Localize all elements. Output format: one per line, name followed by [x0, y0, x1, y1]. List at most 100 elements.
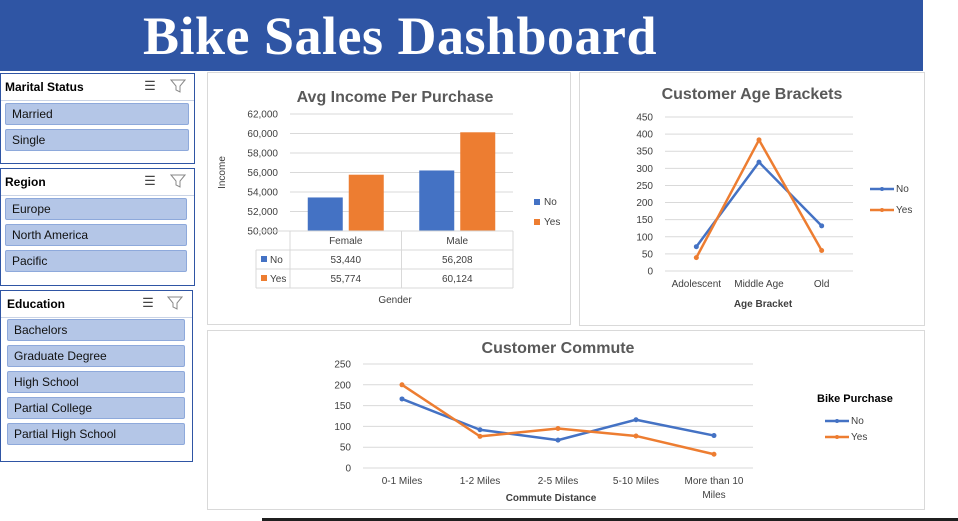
chart-panel-income[interactable]: Avg Income Per Purchase 50,000 52,000 54,00… [207, 72, 571, 325]
y-tick-label: 62,000 [247, 110, 278, 121]
x-tick-label: Middle Age [734, 279, 784, 290]
y-tick-label: 50 [642, 249, 654, 260]
x-tick-label: 5-10 Miles [613, 476, 659, 487]
y-tick-label: 50 [340, 443, 352, 454]
legend-label: No [896, 184, 909, 195]
slicer-title: Marital Status [5, 80, 84, 94]
x-axis-label: Gender [378, 295, 412, 306]
slicer-divider [1, 317, 192, 318]
chart-title: Customer Commute [482, 340, 635, 357]
chart-panel-age[interactable]: Customer Age Brackets 0 50 100 150 200 250 300 3… [579, 72, 925, 326]
x-tick-label: Male [446, 236, 468, 247]
slicer-item-high-school[interactable]: High School [7, 371, 185, 393]
slicer-item-married[interactable]: Married [5, 103, 189, 125]
data-point-no [819, 223, 825, 229]
slicer-region: Region ☰ Europe North America Pacific [0, 168, 195, 286]
clear-filter-icon[interactable] [169, 79, 187, 93]
data-point-yes [756, 137, 762, 143]
x-tick-label: 2-5 Miles [538, 476, 579, 487]
slicer-header: Region ☰ [1, 169, 194, 193]
data-point-yes [633, 433, 639, 439]
x-tick-label: Female [329, 236, 363, 247]
x-tick-label: 1-2 Miles [460, 476, 501, 487]
slicer-title: Region [5, 175, 46, 189]
multi-select-icon[interactable]: ☰ [140, 296, 156, 310]
age-chart: Customer Age Brackets 0 50 100 150 200 250 300 3… [636, 86, 912, 310]
chart-title: Customer Age Brackets [662, 86, 843, 103]
data-point-no [555, 437, 561, 443]
y-tick-label: 54,000 [247, 188, 278, 199]
y-tick-label: 100 [636, 232, 653, 243]
x-axis-label: Age Bracket [734, 299, 793, 310]
commute-chart: Customer Commute 0 50 100 150 200 250 0-1 Miles… [334, 340, 893, 504]
chart-panel-commute[interactable]: Customer Commute 0 50 100 150 200 250 0-1 Miles… [207, 330, 925, 510]
y-tick-label: 58,000 [247, 149, 278, 160]
y-tick-label: 56,000 [247, 168, 278, 179]
slicer-item-single[interactable]: Single [5, 129, 189, 151]
multi-select-icon[interactable]: ☰ [142, 174, 158, 188]
y-tick-label: 200 [334, 380, 351, 391]
slicer-item-partial-high-school[interactable]: Partial High School [7, 423, 185, 445]
y-tick-label: 450 [636, 113, 653, 124]
table-legend-key [261, 256, 267, 262]
y-tick-label: 60,000 [247, 129, 278, 140]
data-point-no [756, 159, 762, 165]
y-tick-label: 52,000 [247, 207, 278, 218]
series-line-no [695, 160, 823, 248]
multi-select-icon[interactable]: ☰ [142, 79, 158, 93]
data-point-no [477, 427, 483, 433]
slicer-item-bachelors[interactable]: Bachelors [7, 319, 185, 341]
clear-filter-icon[interactable] [166, 296, 184, 310]
chart-title: Avg Income Per Purchase [297, 89, 494, 106]
y-tick-label: 0 [345, 464, 351, 475]
dashboard-title: Bike Sales Dashboard [142, 6, 658, 66]
income-chart: Avg Income Per Purchase 50,000 52,000 54,00… [217, 89, 560, 306]
slicer-header: Marital Status ☰ [1, 74, 194, 98]
y-tick-label: 150 [636, 215, 653, 226]
slicer-item-north-america[interactable]: North America [5, 224, 187, 246]
data-label: 56,208 [442, 255, 473, 266]
y-axis-label: Income [217, 156, 228, 189]
dashboard-banner: Bike Sales Dashboard [0, 0, 923, 71]
table-series-label: No [270, 255, 283, 266]
data-point-no [693, 244, 699, 250]
y-tick-label: 300 [636, 164, 653, 175]
y-tick-label: 400 [636, 130, 653, 141]
slicer-item-partial-college[interactable]: Partial College [7, 397, 185, 419]
slicer-item-pacific[interactable]: Pacific [5, 250, 187, 272]
legend-key [534, 219, 540, 225]
x-tick-label: Adolescent [672, 279, 722, 290]
slicer-marital-status: Marital Status ☰ Married Single [0, 73, 195, 164]
y-tick-label: 150 [334, 401, 351, 412]
legend-label: No [851, 416, 864, 427]
x-tick-label: More than 10 Miles [685, 476, 744, 501]
bar-no [307, 197, 343, 231]
legend-title: Bike Purchase [817, 393, 893, 405]
data-point-yes [477, 433, 483, 439]
slicer-item-graduate-degree[interactable]: Graduate Degree [7, 345, 185, 367]
slicer-header: Education ☰ [1, 291, 192, 315]
slicer-divider [1, 100, 194, 101]
data-point-no [711, 433, 717, 439]
table-legend-key [261, 275, 267, 281]
data-point-yes [693, 255, 699, 261]
legend-marker [835, 435, 839, 439]
x-tick-label: Old [814, 279, 830, 290]
slicer-title: Education [7, 297, 66, 311]
x-tick-label: 0-1 Miles [382, 476, 423, 487]
legend-label: No [544, 197, 557, 208]
data-point-yes [819, 247, 825, 253]
data-point-yes [399, 382, 405, 388]
y-tick-label: 50,000 [247, 227, 278, 238]
clear-filter-icon[interactable] [169, 174, 187, 188]
data-point-no [633, 417, 639, 423]
legend-label: Yes [896, 205, 912, 216]
bar-no [419, 170, 455, 231]
table-series-label: Yes [270, 274, 286, 285]
legend-label: Yes [544, 217, 560, 228]
slicer-item-europe[interactable]: Europe [5, 198, 187, 220]
y-tick-label: 0 [647, 267, 653, 278]
slicer-education: Education ☰ Bachelors Graduate Degree Hi… [0, 290, 193, 462]
data-label: 55,774 [330, 274, 361, 285]
data-point-yes [555, 425, 561, 431]
